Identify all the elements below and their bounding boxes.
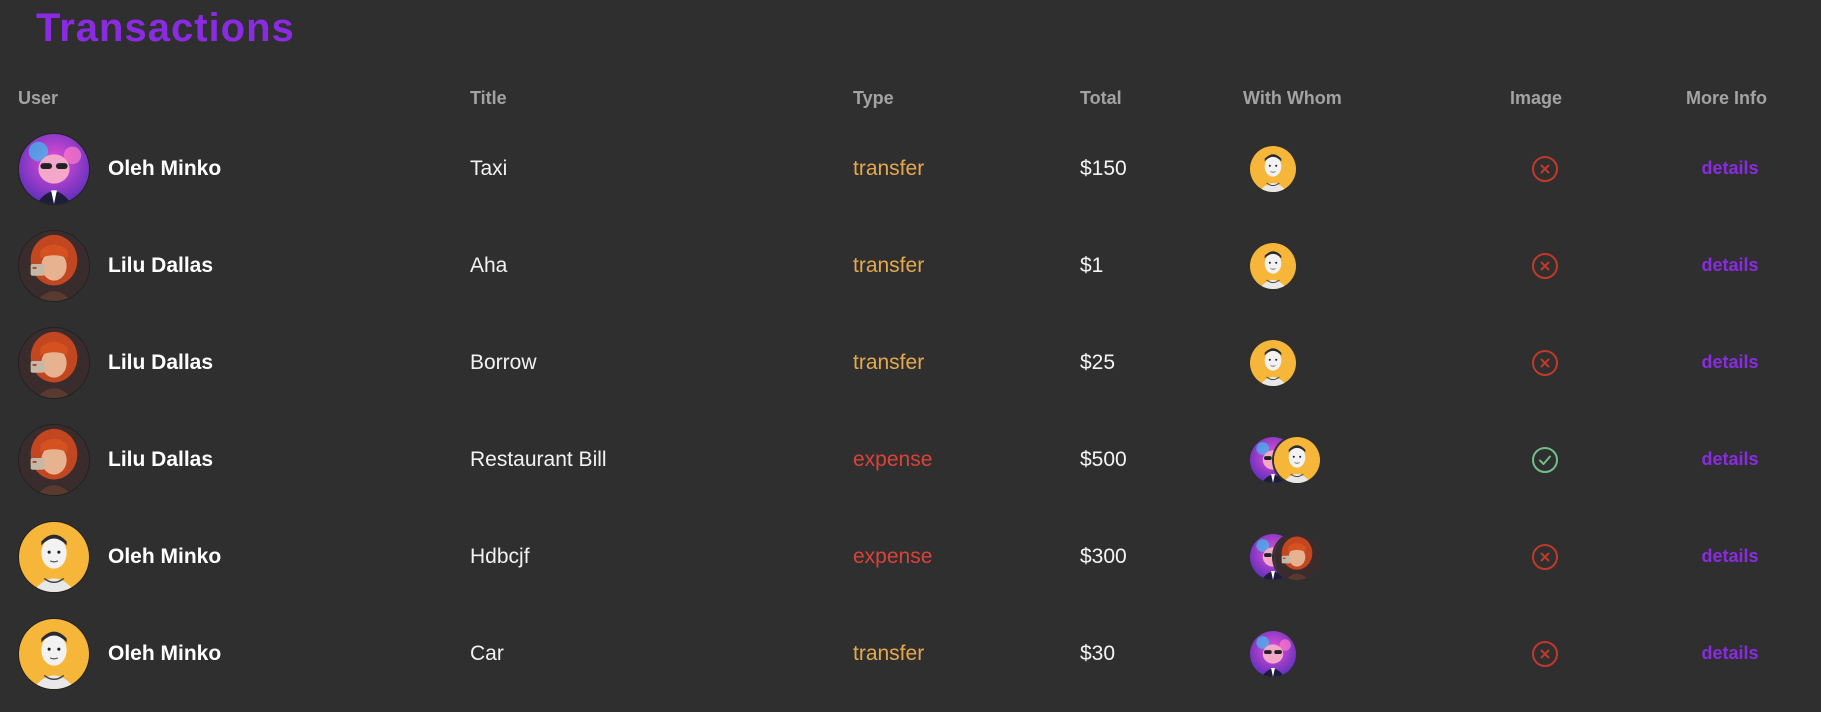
details-link[interactable]: details bbox=[1701, 449, 1758, 470]
x-circle-icon bbox=[1532, 155, 1558, 182]
participants-stack bbox=[1246, 434, 1322, 485]
table-row: Oleh Minko Car transfer $30 details bbox=[0, 605, 1821, 702]
with-whom-cell bbox=[1246, 508, 1486, 605]
image-status-cell bbox=[1510, 508, 1580, 605]
table-row: Lilu Dallas Restaurant Bill expense $500 bbox=[0, 411, 1821, 508]
user-name: Lilu Dallas bbox=[108, 253, 214, 277]
user-cell: Oleh Minko bbox=[18, 605, 458, 702]
x-circle-icon bbox=[1532, 252, 1558, 279]
total-cell: $1 bbox=[1080, 253, 1104, 277]
participants-stack bbox=[1246, 143, 1298, 194]
transactions-page: Transactions User Title Type Total With … bbox=[0, 0, 1821, 712]
header-total: Total bbox=[1080, 88, 1122, 108]
image-status-cell bbox=[1510, 411, 1580, 508]
title-cell: Hdbcjf bbox=[470, 544, 530, 568]
participant-avatar bbox=[1248, 337, 1298, 388]
table-row: Lilu Dallas Aha transfer $1 details bbox=[0, 217, 1821, 314]
image-status-cell bbox=[1510, 217, 1580, 314]
participants-stack bbox=[1246, 628, 1298, 679]
participants-stack bbox=[1246, 337, 1298, 388]
user-cell: Oleh Minko bbox=[18, 508, 458, 605]
total-cell: $150 bbox=[1080, 156, 1127, 180]
type-cell: transfer bbox=[853, 156, 925, 180]
image-status-cell bbox=[1510, 314, 1580, 411]
total-cell: $30 bbox=[1080, 641, 1116, 665]
type-cell: transfer bbox=[853, 641, 925, 665]
avatar bbox=[18, 229, 90, 302]
participants-stack bbox=[1246, 240, 1298, 291]
table-row: Lilu Dallas Borrow transfer $25 details bbox=[0, 314, 1821, 411]
more-info-cell: details bbox=[1680, 314, 1780, 411]
avatar bbox=[18, 617, 90, 690]
table-row: Oleh Minko Taxi transfer $150 details bbox=[0, 120, 1821, 217]
total-cell: $500 bbox=[1080, 447, 1127, 471]
avatar bbox=[18, 520, 90, 593]
more-info-cell: details bbox=[1680, 605, 1780, 702]
user-name: Oleh Minko bbox=[108, 641, 222, 665]
title-cell: Car bbox=[470, 641, 504, 665]
title-cell: Restaurant Bill bbox=[470, 447, 607, 471]
user-cell: Lilu Dallas bbox=[18, 411, 458, 508]
with-whom-cell bbox=[1246, 605, 1486, 702]
table-row: Oleh Minko Hdbcjf expense $300 details bbox=[0, 508, 1821, 605]
user-cell: Lilu Dallas bbox=[18, 314, 458, 411]
with-whom-cell bbox=[1246, 217, 1486, 314]
x-circle-icon bbox=[1532, 543, 1558, 570]
more-info-cell: details bbox=[1680, 508, 1780, 605]
header-title: Title bbox=[470, 88, 507, 108]
type-cell: transfer bbox=[853, 253, 925, 277]
user-name: Lilu Dallas bbox=[108, 447, 214, 471]
more-info-cell: details bbox=[1680, 217, 1780, 314]
table-header: User Title Type Total With Whom Image Mo… bbox=[0, 80, 1821, 120]
x-circle-icon bbox=[1532, 640, 1558, 667]
type-cell: expense bbox=[853, 544, 933, 568]
table-body: Oleh Minko Taxi transfer $150 details Li… bbox=[0, 120, 1821, 702]
type-cell: expense bbox=[853, 447, 933, 471]
participant-avatar bbox=[1248, 628, 1298, 679]
header-with-whom: With Whom bbox=[1243, 88, 1342, 108]
participant-avatar bbox=[1272, 434, 1322, 485]
participants-stack bbox=[1246, 531, 1322, 582]
avatar bbox=[18, 326, 90, 399]
more-info-cell: details bbox=[1680, 411, 1780, 508]
details-link[interactable]: details bbox=[1701, 352, 1758, 373]
title-cell: Borrow bbox=[470, 350, 537, 374]
details-link[interactable]: details bbox=[1701, 255, 1758, 276]
with-whom-cell bbox=[1246, 120, 1486, 217]
user-name: Lilu Dallas bbox=[108, 350, 214, 374]
with-whom-cell bbox=[1246, 314, 1486, 411]
with-whom-cell bbox=[1246, 411, 1486, 508]
participant-avatar bbox=[1248, 240, 1298, 291]
total-cell: $25 bbox=[1080, 350, 1116, 374]
participant-avatar bbox=[1248, 143, 1298, 194]
details-link[interactable]: details bbox=[1701, 643, 1758, 664]
avatar bbox=[18, 423, 90, 496]
user-cell: Lilu Dallas bbox=[18, 217, 458, 314]
type-cell: transfer bbox=[853, 350, 925, 374]
user-name: Oleh Minko bbox=[108, 156, 222, 180]
user-name: Oleh Minko bbox=[108, 544, 222, 568]
title-cell: Aha bbox=[470, 253, 508, 277]
title-cell: Taxi bbox=[470, 156, 508, 180]
details-link[interactable]: details bbox=[1701, 546, 1758, 567]
image-status-cell bbox=[1510, 120, 1580, 217]
header-image: Image bbox=[1510, 88, 1563, 108]
header-more-info: More Info bbox=[1686, 88, 1767, 108]
participant-avatar bbox=[1272, 531, 1322, 582]
user-cell: Oleh Minko bbox=[18, 120, 458, 217]
avatar bbox=[18, 132, 90, 205]
header-type: Type bbox=[853, 88, 894, 108]
image-status-cell bbox=[1510, 605, 1580, 702]
transactions-table: User Title Type Total With Whom Image Mo… bbox=[0, 80, 1821, 702]
details-link[interactable]: details bbox=[1701, 158, 1758, 179]
header-user: User bbox=[18, 88, 59, 108]
check-circle-icon bbox=[1532, 446, 1558, 473]
total-cell: $300 bbox=[1080, 544, 1127, 568]
page-title: Transactions bbox=[36, 6, 295, 50]
more-info-cell: details bbox=[1680, 120, 1780, 217]
x-circle-icon bbox=[1532, 349, 1558, 376]
